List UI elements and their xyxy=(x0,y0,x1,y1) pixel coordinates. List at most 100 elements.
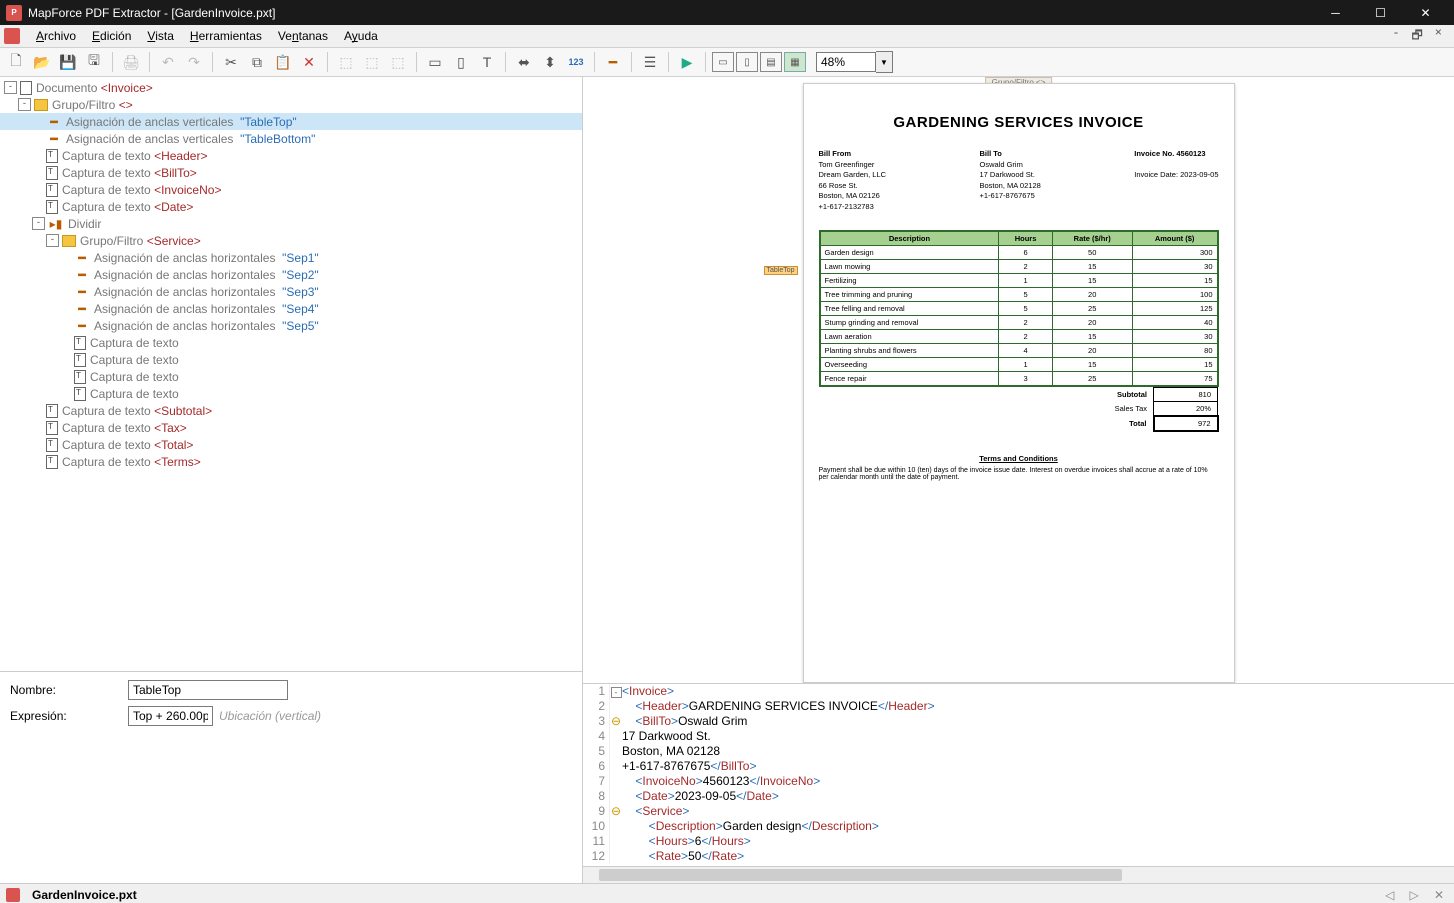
tree-capture-rate[interactable]: Captura de texto xyxy=(0,368,582,385)
output-line[interactable]: 11 <Hours>6</Hours> xyxy=(583,834,1454,849)
tree-anchor-tablebottom[interactable]: ━ Asignación de anclas verticales "Table… xyxy=(0,130,582,147)
prop-name-input[interactable] xyxy=(128,680,288,700)
tree-group[interactable]: - Grupo/Filtro <> xyxy=(0,96,582,113)
output-line[interactable]: 1 - <Invoice> xyxy=(583,684,1454,699)
order-button[interactable]: 123 xyxy=(564,50,588,74)
tree-doc[interactable]: - Documento <Invoice> xyxy=(0,79,582,96)
delete-button[interactable]: ✕ xyxy=(297,50,321,74)
fold-gutter[interactable] xyxy=(610,834,622,849)
tree-capture-invoiceno[interactable]: Captura de texto <InvoiceNo> xyxy=(0,181,582,198)
tree-anchor-sep1[interactable]: ━ Asignación de anclas horizontales "Sep… xyxy=(0,249,582,266)
menu-ventanas[interactable]: Ventanas xyxy=(270,27,336,45)
view-1-button[interactable]: ▭ xyxy=(712,52,734,72)
tree-anchor-sep3[interactable]: ━ Asignación de anclas horizontales "Sep… xyxy=(0,283,582,300)
doc-tab[interactable]: GardenInvoice.pxt xyxy=(24,886,145,903)
tree-capture-tax[interactable]: Captura de texto <Tax> xyxy=(0,419,582,436)
structure-tree[interactable]: - Documento <Invoice> - Grupo/Filtro <> … xyxy=(0,77,582,671)
mdi-restore-button[interactable]: 🗗 xyxy=(1408,26,1427,47)
undo-button[interactable]: ↶ xyxy=(156,50,180,74)
output-line[interactable]: 9 ⊖ <Service> xyxy=(583,804,1454,819)
collate-button[interactable]: ⬍ xyxy=(538,50,562,74)
prop-expr-input[interactable] xyxy=(128,706,213,726)
split-button[interactable]: ▯ xyxy=(449,50,473,74)
anchor-h-button[interactable]: ━ xyxy=(601,50,625,74)
menu-edicion[interactable]: Edición xyxy=(84,27,139,45)
output-line[interactable]: 7 <InvoiceNo>4560123</InvoiceNo> xyxy=(583,774,1454,789)
tree-split[interactable]: - ▸▮ Dividir xyxy=(0,215,582,232)
fold-gutter[interactable] xyxy=(610,774,622,789)
align-right-button[interactable]: ⬚ xyxy=(386,50,410,74)
output-line[interactable]: 2 <Header>GARDENING SERVICES INVOICE</He… xyxy=(583,699,1454,714)
fold-gutter[interactable]: ⊖ xyxy=(610,714,622,729)
fold-gutter[interactable] xyxy=(610,789,622,804)
fold-gutter[interactable] xyxy=(610,744,622,759)
tree-capture-billto[interactable]: Captura de texto <BillTo> xyxy=(0,164,582,181)
view-4-button[interactable]: ▦ xyxy=(784,52,806,72)
tree-capture-date[interactable]: Captura de texto <Date> xyxy=(0,198,582,215)
expand-icon[interactable]: - xyxy=(18,98,31,111)
cut-button[interactable]: ✂ xyxy=(219,50,243,74)
tree-capture-terms[interactable]: Captura de texto <Terms> xyxy=(0,453,582,470)
menu-archivo[interactable]: Archivo xyxy=(28,27,84,45)
tree-anchor-sep2[interactable]: ━ Asignación de anclas horizontales "Sep… xyxy=(0,266,582,283)
fold-gutter[interactable] xyxy=(610,819,622,834)
xml-output[interactable]: 1 - <Invoice> 2 <Header>GARDENING SERVIC… xyxy=(583,683,1454,866)
menu-ayuda[interactable]: Ayuda xyxy=(336,27,386,45)
save-button[interactable]: 💾 xyxy=(56,50,80,74)
run-button[interactable]: ▶ xyxy=(675,50,699,74)
zoom-combo[interactable]: ▼ xyxy=(816,51,893,73)
align-left-button[interactable]: ⬚ xyxy=(334,50,358,74)
mdi-minimize-button[interactable]: - xyxy=(1388,26,1403,47)
zoom-dropdown-button[interactable]: ▼ xyxy=(876,51,893,73)
tree-capture-hours[interactable]: Captura de texto xyxy=(0,351,582,368)
group-button[interactable]: ▭ xyxy=(423,50,447,74)
expand-icon[interactable]: - xyxy=(46,234,59,247)
fold-gutter[interactable]: ⊖ xyxy=(610,804,622,819)
merge-button[interactable]: ⬌ xyxy=(512,50,536,74)
tree-capture-subtotal[interactable]: Captura de texto <Subtotal> xyxy=(0,402,582,419)
tree-capture-total[interactable]: Captura de texto <Total> xyxy=(0,436,582,453)
view-2-button[interactable]: ▯ xyxy=(736,52,758,72)
tree-anchor-tabletop[interactable]: ━ Asignación de anclas verticales "Table… xyxy=(0,113,582,130)
output-line[interactable]: 8 <Date>2023-09-05</Date> xyxy=(583,789,1454,804)
new-button[interactable]: 🗋 xyxy=(4,50,28,74)
scrollbar-thumb[interactable] xyxy=(599,869,1122,881)
tree-anchor-sep4[interactable]: ━ Asignación de anclas horizontales "Sep… xyxy=(0,300,582,317)
copy-button[interactable]: ⧉ xyxy=(245,50,269,74)
tab-nav-buttons[interactable]: ◁ ▷ ✕ xyxy=(1385,888,1448,903)
output-line[interactable]: 3 ⊖ <BillTo>Oswald Grim xyxy=(583,714,1454,729)
fold-gutter[interactable] xyxy=(610,699,622,714)
fold-gutter[interactable]: - xyxy=(610,684,622,699)
output-line[interactable]: 6 +1-617-8767675</BillTo> xyxy=(583,759,1454,774)
redo-button[interactable]: ↷ xyxy=(182,50,206,74)
menu-vista[interactable]: Vista xyxy=(139,27,181,45)
textcap-button[interactable]: T xyxy=(475,50,499,74)
expand-icon[interactable]: - xyxy=(4,81,17,94)
output-line[interactable]: 5 Boston, MA 02128 xyxy=(583,744,1454,759)
view-3-button[interactable]: ▤ xyxy=(760,52,782,72)
pdf-preview[interactable]: Grupo/Filtro <> TableTop GARDENING SERVI… xyxy=(583,77,1454,683)
output-line[interactable]: 4 17 Darkwood St. xyxy=(583,729,1454,744)
open-button[interactable]: 📂 xyxy=(30,50,54,74)
expand-icon[interactable]: - xyxy=(32,217,45,230)
horizontal-scrollbar[interactable] xyxy=(583,866,1454,883)
minimize-button[interactable]: ─ xyxy=(1313,0,1358,25)
zoom-input[interactable] xyxy=(816,52,876,72)
tree-anchor-sep5[interactable]: ━ Asignación de anclas horizontales "Sep… xyxy=(0,317,582,334)
maximize-button[interactable]: ☐ xyxy=(1358,0,1403,25)
close-button[interactable]: ✕ xyxy=(1403,0,1448,25)
fold-gutter[interactable] xyxy=(610,759,622,774)
fold-gutter[interactable] xyxy=(610,849,622,864)
paste-button[interactable]: 📋 xyxy=(271,50,295,74)
output-line[interactable]: 12 <Rate>50</Rate> xyxy=(583,849,1454,864)
print-button[interactable]: 🖨 xyxy=(119,50,143,74)
tree-capture-description[interactable]: Captura de texto xyxy=(0,334,582,351)
output-line[interactable]: 10 <Description>Garden design</Descripti… xyxy=(583,819,1454,834)
save-all-button[interactable]: 🖫 xyxy=(82,50,106,74)
menu-herramientas[interactable]: Herramientas xyxy=(182,27,270,45)
fold-gutter[interactable] xyxy=(610,729,622,744)
mdi-close-button[interactable]: × xyxy=(1431,26,1446,47)
tree-group-service[interactable]: - Grupo/Filtro <Service> xyxy=(0,232,582,249)
tree-capture-amount[interactable]: Captura de texto xyxy=(0,385,582,402)
align-center-button[interactable]: ⬚ xyxy=(360,50,384,74)
